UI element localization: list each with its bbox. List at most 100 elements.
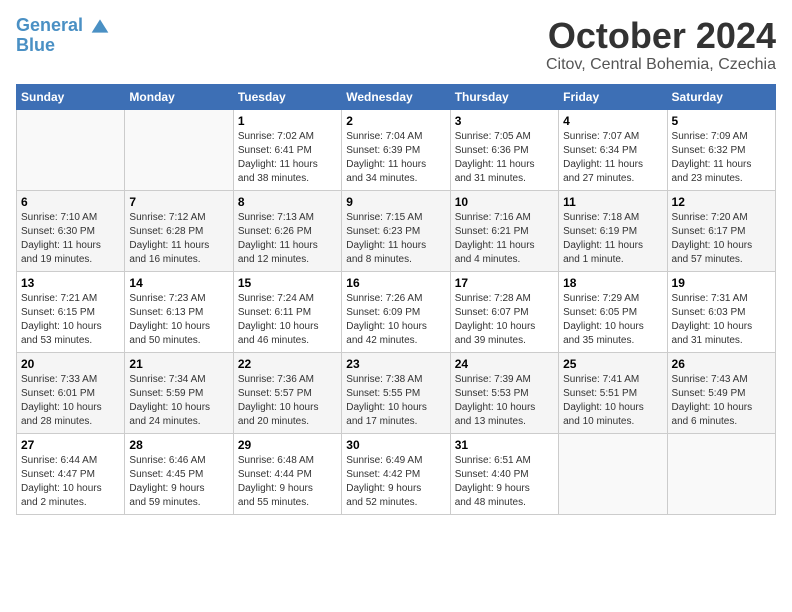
day-number: 10 <box>455 195 554 209</box>
day-info: Sunrise: 7:33 AM Sunset: 6:01 PM Dayligh… <box>21 373 120 429</box>
weekday-monday: Monday <box>125 84 233 109</box>
day-number: 15 <box>238 276 337 290</box>
calendar-cell: 15Sunrise: 7:24 AM Sunset: 6:11 PM Dayli… <box>233 271 341 352</box>
day-number: 26 <box>672 357 771 371</box>
day-info: Sunrise: 7:18 AM Sunset: 6:19 PM Dayligh… <box>563 211 662 267</box>
day-info: Sunrise: 7:36 AM Sunset: 5:57 PM Dayligh… <box>238 373 337 429</box>
week-row-5: 27Sunrise: 6:44 AM Sunset: 4:47 PM Dayli… <box>17 433 776 514</box>
day-number: 29 <box>238 438 337 452</box>
calendar-cell: 28 Sunrise: 6:46 AM Sunset: 4:45 PM Dayli… <box>125 433 233 514</box>
weekday-friday: Friday <box>559 84 667 109</box>
calendar-cell: 2Sunrise: 7:04 AM Sunset: 6:39 PM Daylig… <box>342 109 450 190</box>
day-info: Sunrise: 6:48 AM Sunset: 4:44 PM Dayligh… <box>238 454 337 510</box>
calendar-cell: 27Sunrise: 6:44 AM Sunset: 4:47 PM Dayli… <box>17 433 125 514</box>
calendar-cell: 18 Sunrise: 7:29 AM Sunset: 6:05 PM Dayli… <box>559 271 667 352</box>
day-info: Sunrise: 7:09 AM Sunset: 6:32 PM Dayligh… <box>672 130 771 186</box>
month-title: October 2024 <box>546 16 776 56</box>
day-number: 18 <box>563 276 662 290</box>
weekday-tuesday: Tuesday <box>233 84 341 109</box>
calendar-cell: 22 Sunrise: 7:36 AM Sunset: 5:57 PM Dayli… <box>233 352 341 433</box>
day-info: Sunrise: 7:16 AM Sunset: 6:21 PM Dayligh… <box>455 211 554 267</box>
day-info: Sunrise: 7:10 AM Sunset: 6:30 PM Dayligh… <box>21 211 120 267</box>
day-number: 12 <box>672 195 771 209</box>
day-number: 3 <box>455 114 554 128</box>
day-number: 5 <box>672 114 771 128</box>
calendar-cell: 8 Sunrise: 7:13 AM Sunset: 6:26 PM Daylig… <box>233 190 341 271</box>
calendar-cell: 16 Sunrise: 7:26 AM Sunset: 6:09 PM Dayli… <box>342 271 450 352</box>
calendar-cell <box>17 109 125 190</box>
calendar-cell: 29 Sunrise: 6:48 AM Sunset: 4:44 PM Dayli… <box>233 433 341 514</box>
logo-text: General <box>16 16 110 36</box>
calendar-cell: 1Sunrise: 7:02 AM Sunset: 6:41 PM Daylig… <box>233 109 341 190</box>
calendar-cell: 3 Sunrise: 7:05 AM Sunset: 6:36 PM Daylig… <box>450 109 558 190</box>
day-number: 20 <box>21 357 120 371</box>
day-number: 23 <box>346 357 445 371</box>
calendar-cell: 7Sunrise: 7:12 AM Sunset: 6:28 PM Daylig… <box>125 190 233 271</box>
day-info: Sunrise: 6:46 AM Sunset: 4:45 PM Dayligh… <box>129 454 228 510</box>
day-info: Sunrise: 7:34 AM Sunset: 5:59 PM Dayligh… <box>129 373 228 429</box>
calendar-table: SundayMondayTuesdayWednesdayThursdayFrid… <box>16 84 776 515</box>
day-info: Sunrise: 7:38 AM Sunset: 5:55 PM Dayligh… <box>346 373 445 429</box>
logo-icon <box>90 16 110 36</box>
week-row-3: 13 Sunrise: 7:21 AM Sunset: 6:15 PM Dayli… <box>17 271 776 352</box>
day-info: Sunrise: 7:26 AM Sunset: 6:09 PM Dayligh… <box>346 292 445 348</box>
day-number: 25 <box>563 357 662 371</box>
calendar-cell: 31Sunrise: 6:51 AM Sunset: 4:40 PM Dayli… <box>450 433 558 514</box>
day-number: 6 <box>21 195 120 209</box>
calendar-cell: 13 Sunrise: 7:21 AM Sunset: 6:15 PM Dayli… <box>17 271 125 352</box>
day-info: Sunrise: 7:43 AM Sunset: 5:49 PM Dayligh… <box>672 373 771 429</box>
calendar-cell: 12 Sunrise: 7:20 AM Sunset: 6:17 PM Dayli… <box>667 190 775 271</box>
day-info: Sunrise: 7:20 AM Sunset: 6:17 PM Dayligh… <box>672 211 771 267</box>
day-info: Sunrise: 7:21 AM Sunset: 6:15 PM Dayligh… <box>21 292 120 348</box>
weekday-header-row: SundayMondayTuesdayWednesdayThursdayFrid… <box>17 84 776 109</box>
day-number: 11 <box>563 195 662 209</box>
day-number: 31 <box>455 438 554 452</box>
calendar-cell: 6 Sunrise: 7:10 AM Sunset: 6:30 PM Daylig… <box>17 190 125 271</box>
calendar-cell: 9Sunrise: 7:15 AM Sunset: 6:23 PM Daylig… <box>342 190 450 271</box>
day-info: Sunrise: 6:49 AM Sunset: 4:42 PM Dayligh… <box>346 454 445 510</box>
calendar-cell: 20 Sunrise: 7:33 AM Sunset: 6:01 PM Dayli… <box>17 352 125 433</box>
calendar-cell: 24Sunrise: 7:39 AM Sunset: 5:53 PM Dayli… <box>450 352 558 433</box>
calendar-cell: 17 Sunrise: 7:28 AM Sunset: 6:07 PM Dayli… <box>450 271 558 352</box>
day-info: Sunrise: 7:13 AM Sunset: 6:26 PM Dayligh… <box>238 211 337 267</box>
weekday-thursday: Thursday <box>450 84 558 109</box>
weekday-saturday: Saturday <box>667 84 775 109</box>
calendar-cell <box>125 109 233 190</box>
day-info: Sunrise: 7:12 AM Sunset: 6:28 PM Dayligh… <box>129 211 228 267</box>
title-section: October 2024 Citov, Central Bohemia, Cze… <box>546 16 776 74</box>
logo: General Blue <box>16 16 110 56</box>
calendar-cell: 19 Sunrise: 7:31 AM Sunset: 6:03 PM Dayli… <box>667 271 775 352</box>
day-number: 17 <box>455 276 554 290</box>
day-number: 8 <box>238 195 337 209</box>
day-info: Sunrise: 7:05 AM Sunset: 6:36 PM Dayligh… <box>455 130 554 186</box>
day-info: Sunrise: 7:29 AM Sunset: 6:05 PM Dayligh… <box>563 292 662 348</box>
weekday-wednesday: Wednesday <box>342 84 450 109</box>
day-number: 14 <box>129 276 228 290</box>
day-info: Sunrise: 7:07 AM Sunset: 6:34 PM Dayligh… <box>563 130 662 186</box>
calendar-cell: 5 Sunrise: 7:09 AM Sunset: 6:32 PM Daylig… <box>667 109 775 190</box>
day-number: 2 <box>346 114 445 128</box>
day-info: Sunrise: 7:39 AM Sunset: 5:53 PM Dayligh… <box>455 373 554 429</box>
day-number: 19 <box>672 276 771 290</box>
calendar-cell: 21Sunrise: 7:34 AM Sunset: 5:59 PM Dayli… <box>125 352 233 433</box>
day-number: 16 <box>346 276 445 290</box>
day-number: 22 <box>238 357 337 371</box>
calendar-cell: 23 Sunrise: 7:38 AM Sunset: 5:55 PM Dayli… <box>342 352 450 433</box>
calendar-cell: 11 Sunrise: 7:18 AM Sunset: 6:19 PM Dayli… <box>559 190 667 271</box>
day-number: 13 <box>21 276 120 290</box>
calendar-cell: 4 Sunrise: 7:07 AM Sunset: 6:34 PM Daylig… <box>559 109 667 190</box>
day-info: Sunrise: 6:44 AM Sunset: 4:47 PM Dayligh… <box>21 454 120 510</box>
calendar-cell: 26 Sunrise: 7:43 AM Sunset: 5:49 PM Dayli… <box>667 352 775 433</box>
day-info: Sunrise: 7:28 AM Sunset: 6:07 PM Dayligh… <box>455 292 554 348</box>
weekday-sunday: Sunday <box>17 84 125 109</box>
calendar-cell: 10 Sunrise: 7:16 AM Sunset: 6:21 PM Dayli… <box>450 190 558 271</box>
day-info: Sunrise: 7:31 AM Sunset: 6:03 PM Dayligh… <box>672 292 771 348</box>
day-number: 28 <box>129 438 228 452</box>
calendar-cell: 14Sunrise: 7:23 AM Sunset: 6:13 PM Dayli… <box>125 271 233 352</box>
day-info: Sunrise: 7:41 AM Sunset: 5:51 PM Dayligh… <box>563 373 662 429</box>
location: Citov, Central Bohemia, Czechia <box>546 56 776 74</box>
day-info: Sunrise: 7:02 AM Sunset: 6:41 PM Dayligh… <box>238 130 337 186</box>
day-number: 4 <box>563 114 662 128</box>
page-header: General Blue October 2024 Citov, Central… <box>16 16 776 74</box>
week-row-4: 20 Sunrise: 7:33 AM Sunset: 6:01 PM Dayli… <box>17 352 776 433</box>
